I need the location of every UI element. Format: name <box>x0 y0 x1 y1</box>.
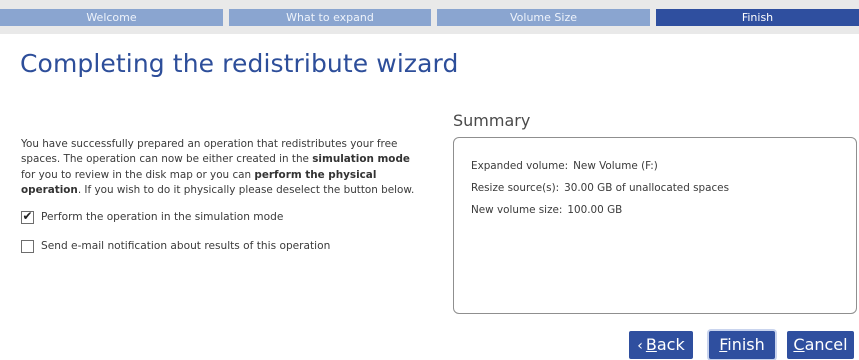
simulation-mode-checkbox[interactable]: ✔ <box>21 208 34 224</box>
summary-value: New Volume (F:) <box>573 160 658 172</box>
email-notification-label: Send e-mail notification about results o… <box>41 240 331 252</box>
back-label: ack <box>656 335 685 354</box>
step-welcome: Welcome <box>0 9 223 26</box>
description-text: for you to review in the disk map or you… <box>21 168 255 181</box>
summary-title: Summary <box>453 111 531 130</box>
simulation-mode-label: Perform the operation in the simulation … <box>41 211 284 223</box>
back-mnemonic: B <box>645 335 657 354</box>
summary-row-expanded-volume: Expanded volume: New Volume (F:) <box>471 160 658 172</box>
summary-key: New volume size: <box>471 204 563 216</box>
chevron-left-icon: ‹ <box>637 338 643 354</box>
simulation-mode-option[interactable]: ✔ Perform the operation in the simulatio… <box>21 208 284 224</box>
step-volume-size: Volume Size <box>437 9 650 26</box>
step-finish: Finish <box>656 9 859 26</box>
step-what-to-expand: What to expand <box>229 9 431 26</box>
summary-row-resize-source: Resize source(s): 30.00 GB of unallocated… <box>471 182 729 194</box>
description-bold-simulation-mode: simulation mode <box>312 153 410 166</box>
finish-label: inish <box>727 335 765 354</box>
email-notification-option[interactable]: Send e-mail notification about results o… <box>21 239 330 253</box>
cancel-mnemonic: C <box>793 335 805 354</box>
cancel-label: ancel <box>804 335 848 354</box>
wizard-steps-bar: Welcome What to expand Volume Size Finis… <box>0 0 859 34</box>
description-text: . If you wish to do it physically please… <box>77 184 415 197</box>
checkmark-icon: ✔ <box>22 208 33 223</box>
finish-button[interactable]: Finish <box>709 331 775 359</box>
back-button[interactable]: ‹ Back <box>629 331 693 359</box>
email-notification-checkbox[interactable] <box>21 239 34 253</box>
summary-key: Resize source(s): <box>471 182 560 194</box>
summary-value: 100.00 GB <box>567 204 623 216</box>
summary-key: Expanded volume: <box>471 160 569 172</box>
cancel-button[interactable]: Cancel <box>787 331 854 359</box>
page-title: Completing the redistribute wizard <box>20 49 459 78</box>
summary-value: 30.00 GB of unallocated spaces <box>564 182 729 194</box>
operation-description: You have successfully prepared an operat… <box>21 137 426 199</box>
summary-panel: Expanded volume: New Volume (F:) Resize s… <box>453 137 857 314</box>
summary-row-new-volume-size: New volume size: 100.00 GB <box>471 204 622 216</box>
